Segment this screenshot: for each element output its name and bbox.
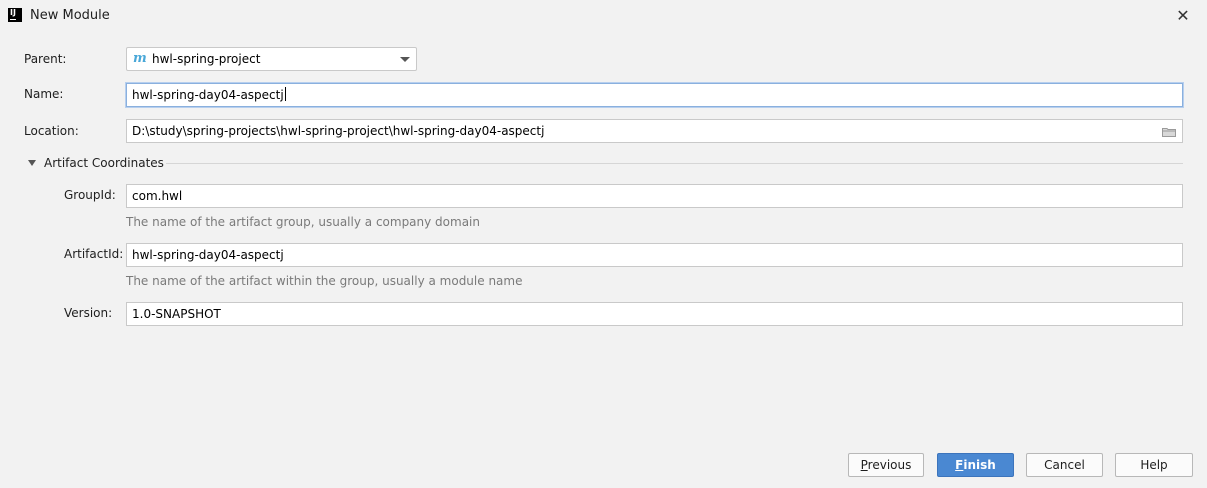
section-divider xyxy=(166,163,1183,164)
section-collapse-icon[interactable] xyxy=(28,160,36,166)
maven-module-icon: m xyxy=(133,51,147,66)
groupid-hint: The name of the artifact group, usually … xyxy=(126,215,480,229)
groupid-input[interactable]: com.hwl xyxy=(126,184,1183,208)
previous-button[interactable]: Previous xyxy=(848,453,924,477)
window-title: New Module xyxy=(30,8,110,23)
location-input-value: D:\study\spring-projects\hwl-spring-proj… xyxy=(132,124,545,138)
intellij-icon: IJ xyxy=(8,8,22,22)
parent-select-value: hwl-spring-project xyxy=(152,52,261,66)
finish-label: inish xyxy=(963,458,996,472)
title-bar: IJ New Module ✕ xyxy=(0,0,1207,32)
location-input[interactable]: D:\study\spring-projects\hwl-spring-proj… xyxy=(126,119,1183,143)
name-input[interactable]: hwl-spring-day04-aspectj xyxy=(126,83,1183,107)
artifactid-input-value: hwl-spring-day04-aspectj xyxy=(132,248,284,262)
groupid-label: GroupId: xyxy=(64,188,116,202)
groupid-input-value: com.hwl xyxy=(132,189,183,203)
artifact-coordinates-title[interactable]: Artifact Coordinates xyxy=(44,156,164,170)
previous-mnemonic: P xyxy=(860,458,868,472)
folder-icon[interactable] xyxy=(1162,127,1176,137)
version-label: Version: xyxy=(64,306,113,320)
cancel-button[interactable]: Cancel xyxy=(1026,453,1103,477)
text-caret xyxy=(284,87,286,101)
version-input[interactable]: 1.0-SNAPSHOT xyxy=(126,302,1183,326)
name-input-value: hwl-spring-day04-aspectj xyxy=(132,88,284,102)
parent-select[interactable]: m hwl-spring-project xyxy=(126,47,417,71)
version-input-value: 1.0-SNAPSHOT xyxy=(132,307,221,321)
close-icon[interactable]: ✕ xyxy=(1166,4,1200,28)
artifactid-label: ArtifactId: xyxy=(64,247,124,261)
finish-button[interactable]: Finish xyxy=(937,453,1014,477)
previous-label: revious xyxy=(867,458,912,472)
chevron-down-icon[interactable] xyxy=(400,57,410,62)
artifactid-hint: The name of the artifact within the grou… xyxy=(126,274,523,288)
parent-label: Parent: xyxy=(24,52,67,66)
help-button[interactable]: Help xyxy=(1115,453,1193,477)
name-label: Name: xyxy=(24,87,64,101)
artifactid-input[interactable]: hwl-spring-day04-aspectj xyxy=(126,243,1183,267)
location-label: Location: xyxy=(24,124,79,138)
